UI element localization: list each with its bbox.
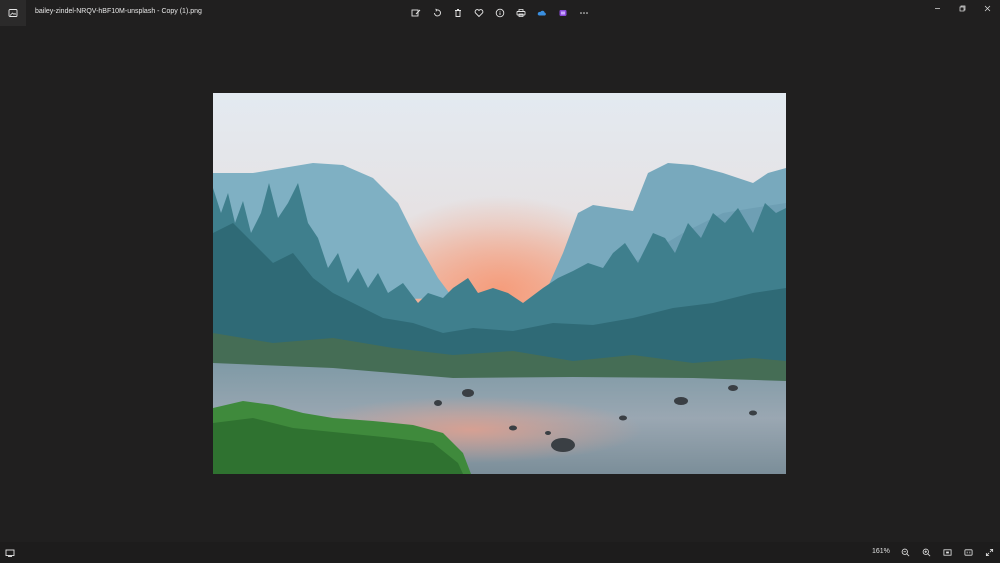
zoom-in-button[interactable] — [916, 545, 937, 560]
print-button[interactable] — [510, 5, 531, 21]
cloud-icon — [537, 10, 546, 16]
view-tools — [895, 545, 1000, 560]
rotate-button[interactable] — [426, 5, 447, 21]
zoom-out-button[interactable] — [895, 545, 916, 560]
close-button[interactable] — [975, 0, 1000, 16]
actual-size-button[interactable] — [958, 545, 979, 560]
photos-app-icon[interactable] — [0, 0, 26, 26]
zoom-in-icon — [922, 548, 931, 557]
more-options-button[interactable] — [573, 5, 594, 21]
window-controls — [925, 0, 1000, 16]
landscape-photo — [213, 93, 786, 474]
clipchamp-button[interactable] — [552, 5, 573, 21]
fit-icon — [943, 549, 952, 556]
zoom-level[interactable]: 161% — [872, 548, 890, 555]
photo-canvas[interactable] — [213, 93, 786, 474]
fit-to-window-button[interactable] — [937, 545, 958, 560]
restore-icon — [959, 5, 966, 11]
status-bar: 161% — [0, 542, 1000, 563]
actual-size-icon — [964, 549, 973, 556]
trash-icon — [454, 9, 461, 17]
filmstrip-icon — [5, 549, 15, 557]
filmstrip-button[interactable] — [4, 547, 16, 559]
info-icon — [495, 8, 504, 18]
more-icon — [579, 12, 588, 14]
edit-icon — [411, 9, 420, 17]
heart-icon — [474, 9, 483, 18]
close-icon — [984, 5, 991, 11]
rotate-icon — [433, 8, 441, 17]
delete-button[interactable] — [447, 5, 468, 21]
fullscreen-icon — [985, 548, 994, 557]
restore-button[interactable] — [950, 0, 975, 16]
window-title: bailey-zindel-NRQV-hBF10M-unsplash - Cop… — [35, 8, 202, 15]
minimize-button[interactable] — [925, 0, 950, 16]
toolbar — [405, 5, 594, 21]
favorite-button[interactable] — [468, 5, 489, 21]
minimize-icon — [935, 7, 940, 9]
zoom-out-icon — [901, 548, 910, 557]
edit-image-button[interactable] — [405, 5, 426, 21]
file-info-button[interactable] — [489, 5, 510, 21]
image-icon — [8, 9, 18, 17]
full-screen-button[interactable] — [979, 545, 1000, 560]
clipchamp-icon — [559, 10, 566, 16]
title-bar: bailey-zindel-NRQV-hBF10M-unsplash - Cop… — [0, 0, 1000, 26]
onedrive-button[interactable] — [531, 5, 552, 21]
printer-icon — [516, 9, 525, 17]
